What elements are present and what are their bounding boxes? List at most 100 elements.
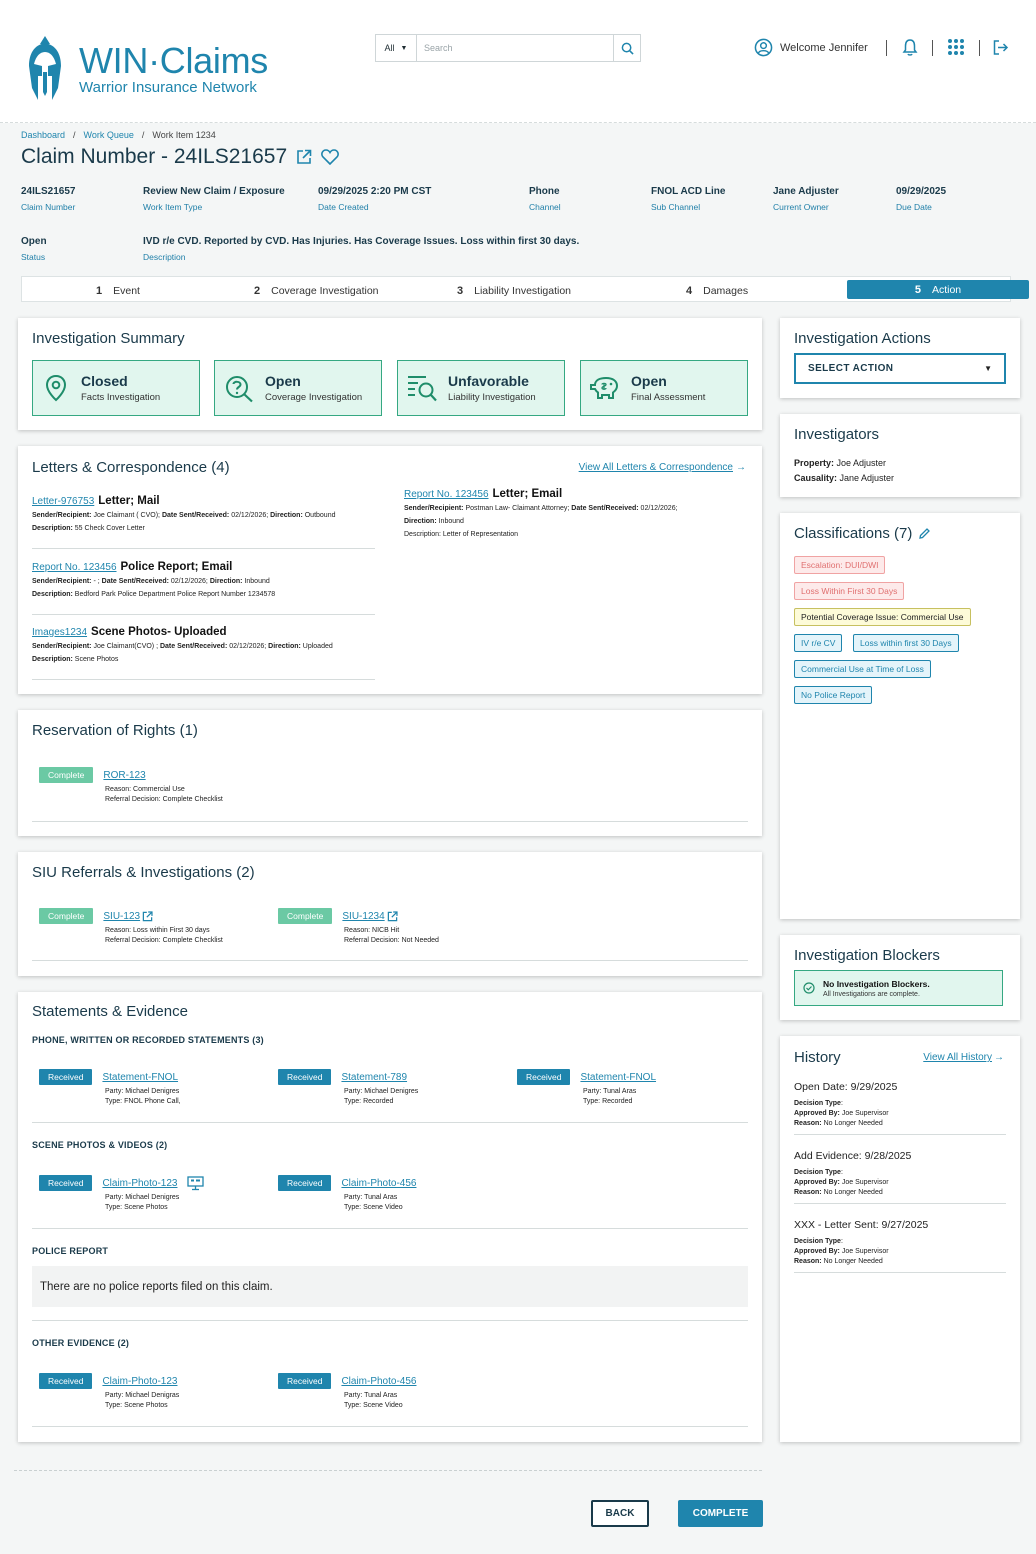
statement-link[interactable]: Statement-FNOL <box>580 1072 656 1083</box>
step-action[interactable]: 5 Action <box>847 280 1029 299</box>
view-all-letters-link[interactable]: View All Letters & Correspondence → <box>579 462 746 473</box>
meta-value: FNOL ACD Line <box>651 186 726 197</box>
search-button[interactable] <box>613 35 640 61</box>
evidence-link[interactable]: Claim-Photo-123 <box>102 1376 177 1387</box>
history-head: Add Evidence: 9/28/2025 <box>794 1150 912 1162</box>
back-button[interactable]: BACK <box>591 1500 649 1527</box>
divider <box>32 1228 748 1229</box>
summary-facts[interactable]: Closed Facts Investigation <box>32 360 200 416</box>
history-head: XXX - Letter Sent: 9/27/2025 <box>794 1219 929 1231</box>
status-badge: Complete <box>39 767 94 783</box>
letter-link[interactable]: Report No. 123456 <box>32 562 117 573</box>
step-damages[interactable]: 4 Damages <box>686 282 748 300</box>
meta-channel: Phone Channel <box>529 186 561 212</box>
select-action-dropdown[interactable]: SELECT ACTION ▼ <box>794 353 1006 384</box>
letter-item: Report No. 123456 Letter; Email Sender/Re… <box>404 488 678 541</box>
meta-label: Date Created <box>318 202 369 212</box>
photo-item: Received Claim-Photo-123 Party: Michael D… <box>39 1175 205 1213</box>
breadcrumb-work-queue[interactable]: Work Queue <box>84 130 134 140</box>
history-card: History View All History → Open Date: 9/2… <box>780 1036 1020 1442</box>
meta-value: 09/29/2025 <box>896 186 947 197</box>
status-badge: Complete <box>39 908 94 924</box>
search-input[interactable]: Search <box>417 35 613 61</box>
card-title: Classifications (7) <box>794 525 913 542</box>
siu-link[interactable]: SIU-123 <box>103 911 140 922</box>
logout-icon[interactable] <box>993 40 1009 60</box>
card-title: Statements & Evidence <box>32 1003 188 1020</box>
screen-share-icon[interactable] <box>187 1175 205 1191</box>
field-key: Decision Type <box>794 1100 841 1107</box>
field-value: No Longer Needed <box>821 1258 883 1265</box>
letter-link[interactable]: Images1234 <box>32 627 87 638</box>
breadcrumb: Dashboard / Work Queue / Work Item 1234 <box>21 130 216 140</box>
photo-link[interactable]: Claim-Photo-123 <box>102 1178 177 1189</box>
meta-value: 09/29/2025 2:20 PM CST <box>318 186 432 197</box>
letter-link[interactable]: Letter-976753 <box>32 496 94 507</box>
letter-link[interactable]: Report No. 123456 <box>404 489 489 500</box>
classification-tag: No Police Report <box>794 686 873 704</box>
piggy-bank-icon <box>590 376 619 399</box>
investigation-blockers-card: Investigation Blockers No Investigation … <box>780 935 1020 1020</box>
summary-coverage[interactable]: Open Coverage Investigation <box>214 360 382 416</box>
statements-evidence-card: Statements & Evidence PHONE, WRITTEN OR … <box>18 992 762 1442</box>
letter-title: Scene Photos- Uploaded <box>91 626 227 638</box>
status-badge: Received <box>278 1069 332 1085</box>
meta-value: IVD r/e CVD. Reported by CVD. Has Injuri… <box>143 236 580 247</box>
statement-link[interactable]: Statement-789 <box>341 1072 407 1083</box>
complete-button[interactable]: COMPLETE <box>678 1500 763 1527</box>
arrow-right-icon: → <box>736 462 746 473</box>
ror-item: Complete ROR-123 Reason: Commercial Use Re… <box>39 767 223 805</box>
brand-title[interactable]: WIN·Claims <box>79 40 268 82</box>
step-coverage-investigation[interactable]: 2 Coverage Investigation <box>254 282 379 300</box>
location-pin-icon <box>45 374 67 402</box>
apps-grid-icon[interactable] <box>947 38 965 61</box>
field-key: Description: <box>32 525 73 532</box>
field-value: Letter of Representation <box>440 531 519 538</box>
meta-label: Due Date <box>896 202 932 212</box>
meta-work-item-type: Review New Claim / Exposure Work Item Typ… <box>143 186 285 212</box>
step-label: Liability Investigation <box>474 285 572 297</box>
search-bar: All ▼ Search <box>375 34 641 62</box>
summary-liability[interactable]: Unfavorable Liability Investigation <box>397 360 565 416</box>
step-event[interactable]: 1 Event <box>96 282 140 300</box>
summary-status: Closed <box>81 373 128 389</box>
edit-pencil-icon[interactable] <box>918 527 931 540</box>
item-party: Party: Tunal Aras <box>344 1194 398 1201</box>
ror-link[interactable]: ROR-123 <box>103 770 145 781</box>
divider <box>32 679 375 680</box>
search-icon <box>621 42 634 55</box>
classification-tag: Commercial Use at Time of Loss <box>794 660 931 678</box>
card-title: Investigation Blockers <box>794 947 940 964</box>
divider <box>32 1426 748 1427</box>
siu-item: Complete SIU-123 Reason: Loss within Firs… <box>39 908 223 946</box>
photo-link[interactable]: Claim-Photo-456 <box>341 1178 416 1189</box>
external-link-icon[interactable] <box>296 149 312 165</box>
breadcrumb-current: Work Item 1234 <box>152 130 216 140</box>
statement-link[interactable]: Statement-FNOL <box>102 1072 178 1083</box>
evidence-link[interactable]: Claim-Photo-456 <box>341 1376 416 1387</box>
search-scope-select[interactable]: All ▼ <box>376 35 417 61</box>
field-value: Joe Supervisor <box>839 1248 889 1255</box>
status-badge: Received <box>517 1069 571 1085</box>
external-link-icon[interactable] <box>387 910 398 922</box>
favorite-heart-icon[interactable] <box>321 149 340 165</box>
no-blockers-alert: No Investigation Blockers. All Investigat… <box>794 970 1003 1006</box>
field-key: Description: <box>32 656 73 663</box>
siu-link[interactable]: SIU-1234 <box>342 911 384 922</box>
item-party: Party: Michael Denigres <box>105 1194 180 1201</box>
view-all-history-label: View All History <box>923 1052 992 1063</box>
meta-label: Description <box>143 252 186 262</box>
divider <box>32 1122 748 1123</box>
section-heading: PHONE, WRITTEN OR RECORDED STATEMENTS (3… <box>32 1035 264 1045</box>
breadcrumb-dashboard[interactable]: Dashboard <box>21 130 65 140</box>
summary-final-assessment[interactable]: Open Final Assessment <box>580 360 748 416</box>
user-menu[interactable]: Welcome Jennifer <box>754 38 868 57</box>
notifications-bell-icon[interactable] <box>902 38 918 61</box>
item-reason: Reason: Commercial Use <box>105 786 185 793</box>
field-value: Postman Law- Claimant Attorney; <box>463 505 572 512</box>
caret-down-icon: ▼ <box>984 364 992 373</box>
view-all-history-link[interactable]: View All History → <box>923 1052 1004 1063</box>
step-label: Action <box>931 283 962 296</box>
external-link-icon[interactable] <box>142 910 153 922</box>
step-liability-investigation[interactable]: 3 Liability Investigation <box>457 282 571 300</box>
